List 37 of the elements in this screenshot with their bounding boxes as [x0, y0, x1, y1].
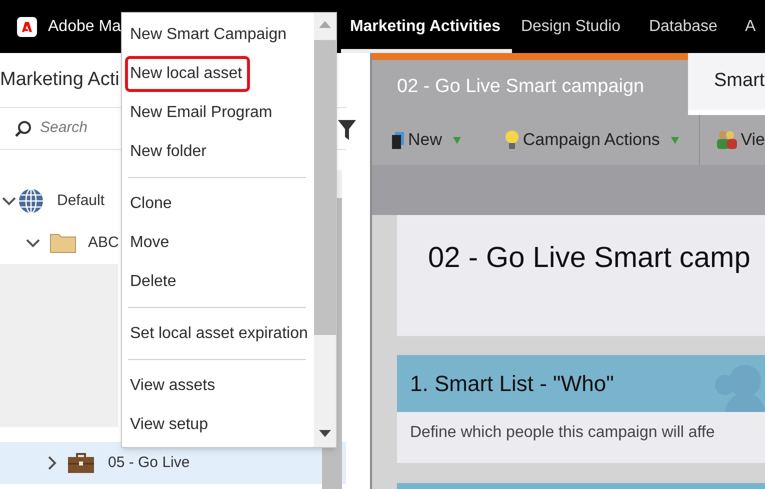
chevron-down-icon[interactable]: [26, 238, 40, 248]
logo-icon[interactable]: [17, 16, 37, 36]
nav-tab[interactable]: Design Studio: [512, 0, 640, 53]
section-description: Define which people this campaign will affe: [410, 424, 715, 441]
menu-item[interactable]: Delete: [128, 266, 178, 296]
people-icon: [715, 363, 765, 412]
lightbulb-icon: [504, 130, 519, 150]
folder-icon: [50, 233, 76, 253]
menu-item[interactable]: Clone: [128, 188, 174, 218]
globe-icon: [18, 188, 44, 214]
dropdown-arrow-icon: [453, 136, 462, 144]
book-icon: [392, 132, 404, 148]
menu-item[interactable]: New local asset: [128, 58, 248, 88]
menu-item[interactable]: New Smart Campaign: [128, 20, 288, 50]
menu-item[interactable]: View setup: [128, 410, 210, 440]
toolbar-button[interactable]: New: [372, 127, 489, 153]
menu-item[interactable]: Set local asset expiration: [128, 318, 310, 348]
nav-tab[interactable]: Database: [640, 0, 736, 53]
chevron-down-icon[interactable]: [2, 196, 16, 206]
toolbar-button[interactable]: Campaign Actions: [488, 127, 699, 153]
section-title: 1. Smart List - "Who": [410, 370, 614, 398]
campaign-title: 02 - Go Live Smart camp: [428, 241, 752, 276]
menu-scrollbar[interactable]: [314, 13, 336, 447]
dropdown-arrow-icon: [670, 136, 679, 144]
people-icon: [714, 130, 737, 150]
menu-item[interactable]: View assets: [128, 370, 218, 400]
tab[interactable]: Smart: [688, 53, 765, 110]
briefcase-icon: [68, 453, 94, 473]
search-icon: [14, 120, 32, 138]
tree-item[interactable]: ABC: [87, 232, 120, 254]
tree-item[interactable]: Default: [56, 190, 106, 212]
menu-item[interactable]: Move: [128, 228, 172, 258]
chevron-right-icon[interactable]: [48, 456, 56, 470]
nav-tab[interactable]: A: [736, 0, 756, 53]
app-title: Adobe Ma: [48, 16, 121, 36]
scroll-down-icon[interactable]: [318, 430, 331, 437]
sidebar-title: Marketing Acti: [0, 68, 120, 92]
